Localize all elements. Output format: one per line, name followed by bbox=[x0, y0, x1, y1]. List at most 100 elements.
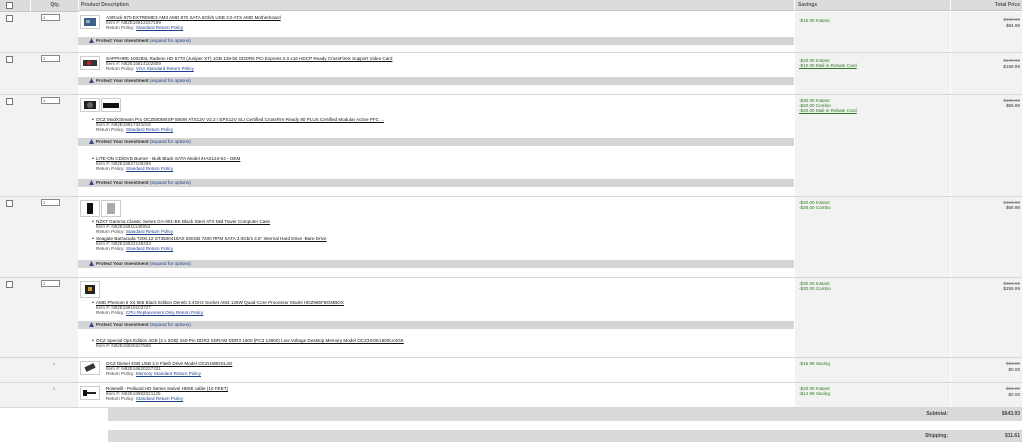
protect-label: Protect Your Investment bbox=[96, 261, 149, 266]
row-checkbox[interactable] bbox=[6, 281, 13, 288]
return-policy-label: Return Policy: bbox=[106, 371, 135, 376]
protect-investment-bar[interactable]: Protect Your Investment (expand for opti… bbox=[78, 37, 794, 45]
qty-cell: 1 bbox=[30, 95, 79, 196]
return-policy: Return Policy: CPU Replacement Only Retu… bbox=[96, 310, 203, 316]
expand-options-link[interactable]: (expand for options) bbox=[150, 139, 191, 144]
protect-investment-bar[interactable]: Protect Your Investment (expand for opti… bbox=[78, 138, 794, 146]
return-policy-label: Return Policy: bbox=[96, 166, 125, 171]
bullet: • bbox=[92, 219, 94, 225]
total-price-cell: $179.99 $159.99 bbox=[950, 53, 1022, 94]
header-savings: Savings bbox=[794, 0, 950, 11]
row-select-cell bbox=[0, 53, 31, 94]
qty-input[interactable]: 1 bbox=[41, 199, 60, 206]
qty-input[interactable]: 1 bbox=[41, 97, 60, 104]
total-price-cell: $109.99 $59.99 bbox=[950, 95, 1022, 196]
return-policy: Return Policy: Standard Return Policy bbox=[106, 396, 183, 402]
subtotal-row: Subtotal: $643.93 bbox=[0, 408, 1022, 421]
product-image-video-card[interactable] bbox=[80, 56, 100, 70]
expand-options-link[interactable]: (expand for options) bbox=[150, 322, 191, 327]
product-image-hdmi-cable[interactable] bbox=[80, 386, 100, 400]
protect-investment-bar[interactable]: Protect Your Investment (expand for opti… bbox=[78, 260, 794, 268]
row-checkbox[interactable] bbox=[6, 200, 13, 207]
cart-row-combo: 1 • AMD Phenom II X4 965 Black Edition D… bbox=[0, 278, 1022, 358]
warning-icon bbox=[89, 180, 94, 185]
return-policy-link[interactable]: VGA Standard Return Policy bbox=[136, 66, 194, 71]
description-cell: SAPPHIRE 100283L Radeon HD 5770 (Juniper… bbox=[78, 53, 794, 94]
product-image-motherboard[interactable] bbox=[80, 15, 100, 29]
return-policy: Return Policy: Standard Return Policy bbox=[106, 25, 183, 31]
warning-icon bbox=[89, 261, 94, 266]
protect-label: Protect Your Investment bbox=[96, 139, 149, 144]
protect-investment-bar[interactable]: Protect Your Investment (expand for opti… bbox=[78, 77, 794, 85]
return-policy-link[interactable]: Standard Return Policy bbox=[126, 166, 173, 171]
return-policy-label: Return Policy: bbox=[106, 66, 135, 71]
savings-combo: -$36.00 Combo bbox=[799, 205, 831, 210]
return-policy-link[interactable]: Standard Return Policy bbox=[126, 246, 173, 251]
protect-investment-bar[interactable]: Protect Your Investment (expand for opti… bbox=[78, 179, 794, 187]
qty-input[interactable]: 1 bbox=[41, 280, 60, 287]
header-description: Product Description bbox=[78, 0, 794, 11]
warning-icon bbox=[89, 139, 94, 144]
protect-investment-bar[interactable]: Protect Your Investment (expand for opti… bbox=[78, 321, 794, 329]
row-select-cell bbox=[0, 12, 31, 52]
rebate-link[interactable]: -$10.00 Mail-in Rebate Card bbox=[799, 63, 857, 68]
savings-combo: -$30.00 Combo bbox=[799, 286, 831, 291]
return-policy-link[interactable]: Standard Return Policy bbox=[126, 127, 173, 132]
product-image-cpu[interactable] bbox=[80, 281, 100, 298]
product-image-dvd-burner[interactable] bbox=[101, 98, 121, 112]
final-price: $59.99 bbox=[1005, 103, 1020, 108]
total-price-cell: $34.99 $0.00 bbox=[950, 383, 1022, 407]
expand-options-link[interactable]: (expand for options) bbox=[150, 78, 191, 83]
row-checkbox[interactable] bbox=[6, 56, 13, 63]
description-cell: • NZXT Gamma Classic Series GA-001-BK Bl… bbox=[78, 197, 794, 277]
savings-rebate: -$10.00 Mail-in Rebate Card bbox=[799, 63, 857, 69]
savings-cell: -$30.00 Instant -$20.00 Combo -$20.00 Ma… bbox=[794, 95, 951, 196]
savings-cell: -$15.99 Saving bbox=[794, 358, 951, 382]
description-cell: • AMD Phenom II X4 965 Black Edition Den… bbox=[78, 278, 794, 357]
row-checkbox[interactable] bbox=[6, 15, 13, 22]
expand-options-link[interactable]: (expand for options) bbox=[150, 38, 191, 43]
return-policy-link[interactable]: Standard Return Policy bbox=[136, 396, 183, 401]
return-policy-link[interactable]: Memory Standard Return Policy bbox=[136, 371, 201, 376]
return-policy: Return Policy: Memory Standard Return Po… bbox=[106, 371, 201, 377]
protect-label: Protect Your Investment bbox=[96, 78, 149, 83]
return-policy-link[interactable]: CPU Replacement Only Return Policy bbox=[126, 310, 203, 315]
cart-row: 1 Rosewill - Pelluoid HD Series Swivel H… bbox=[0, 383, 1022, 408]
return-policy: Return Policy: Standard Return Policy bbox=[96, 229, 173, 235]
return-policy-link[interactable]: Standard Return Policy bbox=[136, 25, 183, 30]
summary-spacer bbox=[0, 430, 108, 442]
expand-options-link[interactable]: (expand for options) bbox=[150, 261, 191, 266]
qty-cell: 1 bbox=[30, 358, 79, 382]
row-checkbox[interactable] bbox=[6, 98, 13, 105]
description-cell: • OCZ ModXStream Pro OCZ500MXSP 500W ATX… bbox=[78, 95, 794, 196]
savings-cell: -$20.00 Instant -$10.00 Mail-in Rebate C… bbox=[794, 53, 951, 94]
savings-amount: -$15.99 Saving bbox=[799, 361, 830, 366]
header-select-all bbox=[0, 0, 30, 12]
description-cell: OCZ Diesel 4GB USB 2.0 Flash Drive Model… bbox=[78, 358, 794, 382]
return-policy: Return Policy: Standard Return Policy bbox=[96, 127, 173, 133]
total-price-cell: $15.99 $0.00 bbox=[950, 358, 1022, 382]
return-policy-label: Return Policy: bbox=[106, 25, 135, 30]
return-policy-label: Return Policy: bbox=[96, 127, 125, 132]
savings-cell: -$15.00 Instant bbox=[794, 12, 951, 52]
qty-value: 1 bbox=[52, 386, 56, 391]
warning-icon bbox=[89, 78, 94, 83]
return-policy-link[interactable]: Standard Return Policy bbox=[126, 229, 173, 234]
qty-input[interactable]: 1 bbox=[41, 55, 60, 62]
row-select-cell bbox=[0, 278, 31, 357]
expand-options-link[interactable]: (expand for options) bbox=[150, 180, 191, 185]
qty-cell: 1 bbox=[30, 383, 79, 407]
rebate-link[interactable]: -$20.00 Mail-in Rebate Card bbox=[799, 108, 857, 113]
row-select-cell bbox=[0, 358, 31, 382]
total-price-cell: $109.99 $94.99 bbox=[950, 12, 1022, 52]
select-all-checkbox[interactable] bbox=[6, 2, 13, 9]
cart-row: 1 ASRock 870 EXTREME3 AM3 AMD 870 SATA 6… bbox=[0, 12, 1022, 53]
row-select-cell bbox=[0, 95, 31, 196]
product-image-psu[interactable] bbox=[80, 98, 100, 112]
product-image-flash-drive[interactable] bbox=[80, 361, 100, 375]
return-policy: Return Policy: VGA Standard Return Polic… bbox=[106, 66, 194, 72]
product-image-case[interactable] bbox=[80, 200, 100, 217]
qty-input[interactable]: 1 bbox=[41, 14, 60, 21]
savings-cell: -$20.00 Instant -$36.00 Combo bbox=[794, 197, 951, 277]
product-image-hard-drive[interactable] bbox=[101, 200, 121, 217]
